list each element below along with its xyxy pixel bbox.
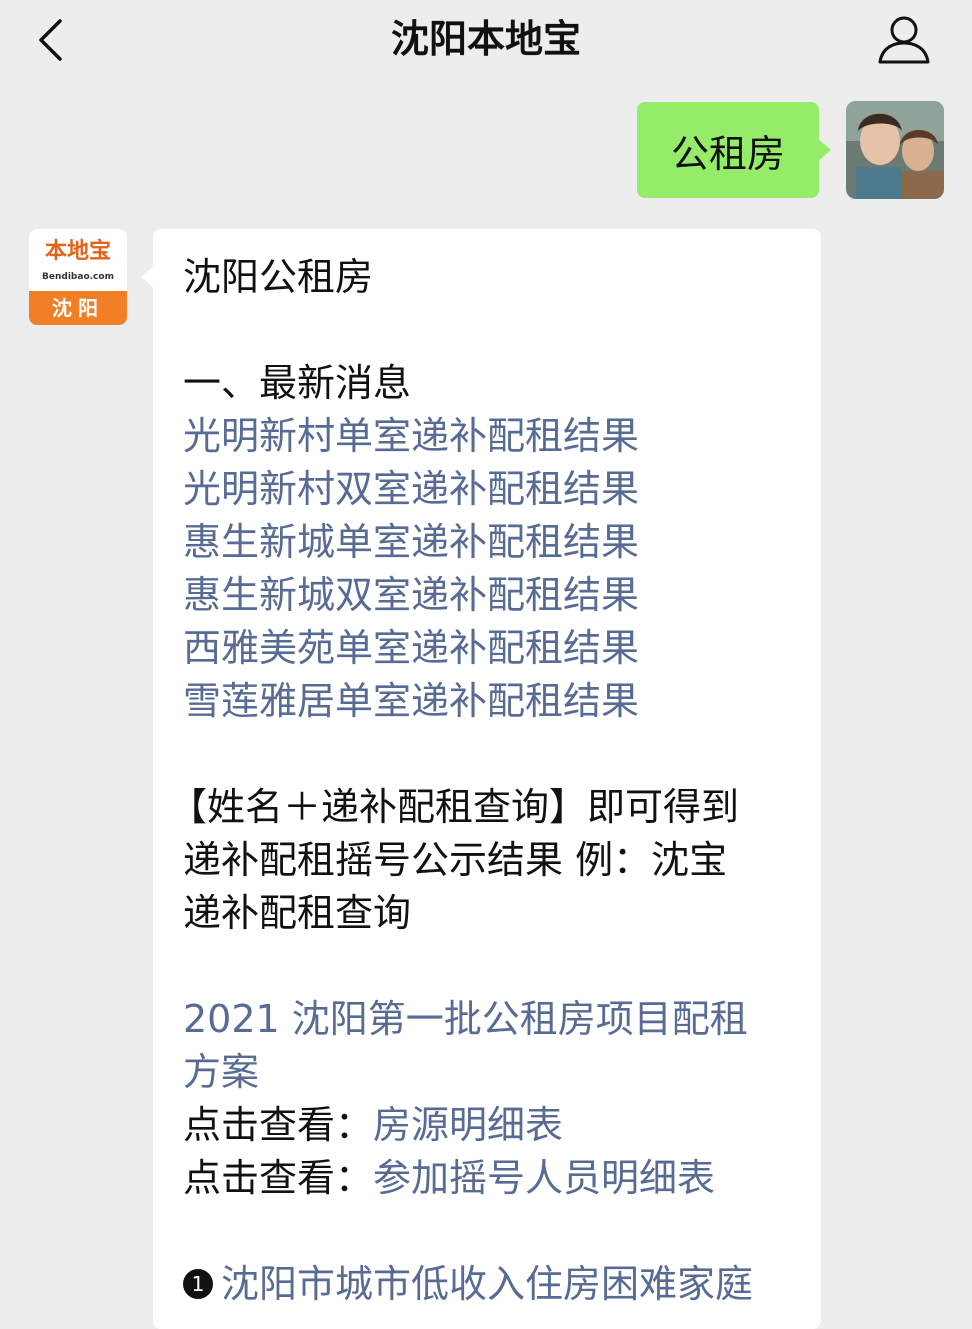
view-prefix: 点击查看： <box>183 1103 374 1147</box>
news-link[interactable]: 雪莲雅居单室递补配租结果 <box>183 675 803 728</box>
section-heading: 一、最新消息 <box>183 361 412 405</box>
avatar-photo <box>846 101 944 199</box>
top-bar: 沈阳本地宝 <box>0 0 972 80</box>
bot-logo-sub: Bendibao.com <box>42 272 114 282</box>
bot-logo-city: 沈阳 <box>29 291 127 325</box>
plan-link[interactable]: 2021 沈阳第一批公租房项目配租 <box>183 993 803 1046</box>
query-instruction-line: 【姓名＋递补配租查询】即可得到 <box>169 785 740 829</box>
message-content: 沈阳公租房 一、最新消息 光明新村单室递补配租结果 光明新村双室递补配租结果 惠… <box>169 251 803 1311</box>
number-badge: 1 <box>183 1268 213 1299</box>
view-row: 点击查看：参加摇号人员明细表 <box>183 1152 803 1205</box>
my-avatar[interactable] <box>846 101 944 199</box>
bot-logo-top: 本地宝 Bendibao.com <box>29 229 127 291</box>
news-link[interactable]: 光明新村单室递补配租结果 <box>183 410 803 463</box>
incoming-message-bubble: 沈阳公租房 一、最新消息 光明新村单室递补配租结果 光明新村双室递补配租结果 惠… <box>141 229 821 1329</box>
news-link[interactable]: 惠生新城单室递补配租结果 <box>183 516 803 569</box>
applicant-list-link[interactable]: 参加摇号人员明细表 <box>373 1156 715 1200</box>
news-link[interactable]: 西雅美苑单室递补配租结果 <box>183 622 803 675</box>
outgoing-message-text: 公租房 <box>670 131 785 176</box>
profile-button[interactable] <box>876 12 932 68</box>
housing-list-link[interactable]: 房源明细表 <box>373 1103 563 1147</box>
bot-logo-text: 本地宝 <box>44 239 111 264</box>
news-link[interactable]: 惠生新城双室递补配租结果 <box>183 569 803 622</box>
query-instruction-line: 递补配租摇号公示结果 例：沈宝 <box>183 838 728 882</box>
user-icon <box>878 16 930 64</box>
plan-link[interactable]: 方案 <box>183 1046 803 1099</box>
view-prefix: 点击查看： <box>183 1156 374 1200</box>
query-instruction-line: 递补配租查询 <box>183 891 412 935</box>
page-title: 沈阳本地宝 <box>390 17 581 61</box>
view-row: 点击查看：房源明细表 <box>183 1099 803 1152</box>
numbered-item: 1 沈阳市城市低收入住房困难家庭 <box>183 1258 803 1311</box>
news-link[interactable]: 光明新村双室递补配租结果 <box>183 463 803 516</box>
bot-avatar[interactable]: 本地宝 Bendibao.com 沈阳 <box>29 229 127 325</box>
outgoing-message-bubble[interactable]: 公租房 <box>637 102 831 198</box>
numbered-item-link[interactable]: 沈阳市城市低收入住房困难家庭 <box>221 1262 753 1306</box>
message-title: 沈阳公租房 <box>183 255 374 299</box>
